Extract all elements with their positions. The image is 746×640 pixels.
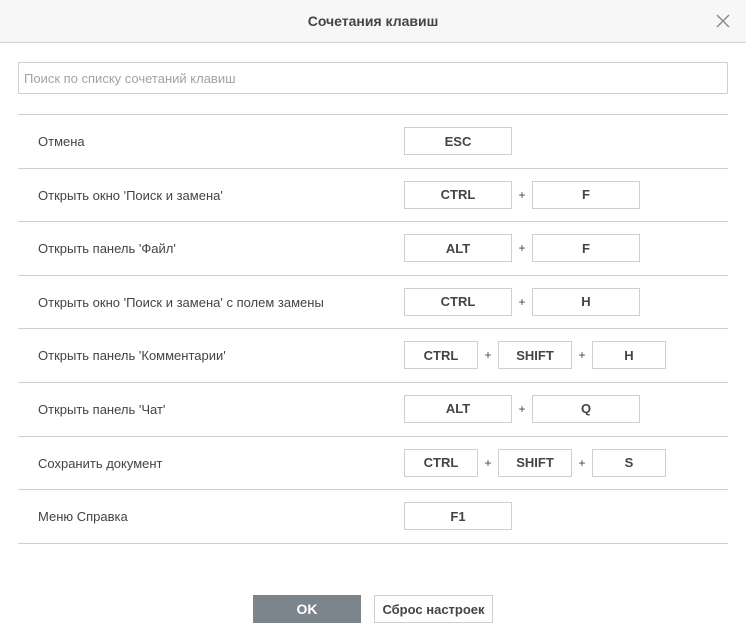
plus-separator: + xyxy=(578,455,586,470)
key-input[interactable]: CTRL xyxy=(404,341,478,370)
key-input[interactable]: CTRL xyxy=(404,287,512,316)
key-input[interactable]: ALT xyxy=(404,394,512,423)
key-input[interactable]: SHIFT xyxy=(498,448,572,477)
shortcut-label: Открыть панель 'Комментарии' xyxy=(38,348,226,364)
plus-separator: + xyxy=(518,187,526,202)
search-input[interactable] xyxy=(18,62,728,94)
shortcut-keys: CTRL + SHIFT + S xyxy=(404,448,666,477)
plus-separator: + xyxy=(484,348,492,363)
shortcut-keys: CTRL + SHIFT + H xyxy=(404,341,666,370)
shortcut-row: Отмена ESC xyxy=(18,115,728,169)
shortcut-keys: CTRL + H xyxy=(404,287,640,316)
key-input[interactable]: ALT xyxy=(404,234,512,263)
dialog-title: Сочетания клавиш xyxy=(307,13,439,29)
shortcut-row: Открыть панель 'Файл' ALT + F xyxy=(18,222,728,276)
plus-separator: + xyxy=(518,241,526,256)
shortcut-label: Сохранить документ xyxy=(38,455,163,471)
key-input[interactable]: SHIFT xyxy=(498,341,572,370)
shortcut-keys: ALT + Q xyxy=(404,394,640,423)
shortcut-row: Меню Справка F1 xyxy=(18,490,728,544)
dialog-footer: OK Сброс настроек xyxy=(0,594,746,624)
plus-separator: + xyxy=(518,294,526,309)
shortcut-keys: ESC xyxy=(404,127,512,155)
close-icon[interactable] xyxy=(714,12,732,30)
key-input[interactable]: H xyxy=(592,341,666,370)
key-input[interactable]: F1 xyxy=(404,502,512,531)
shortcut-row: Открыть окно 'Поиск и замена' с полем за… xyxy=(18,276,728,330)
key-input[interactable]: Q xyxy=(532,394,640,423)
dialog-header: Сочетания клавиш xyxy=(0,0,746,43)
key-input[interactable]: S xyxy=(592,448,666,477)
shortcut-row: Открыть окно 'Поиск и замена' CTRL + F xyxy=(18,169,728,223)
plus-separator: + xyxy=(484,455,492,470)
plus-separator: + xyxy=(518,401,526,416)
shortcut-row: Открыть панель 'Комментарии' CTRL + SHIFT + H xyxy=(18,329,728,383)
shortcut-list: Отмена ESC Открыть окно 'Поиск и замена' CT… xyxy=(18,114,728,544)
key-input[interactable]: F xyxy=(532,180,640,209)
shortcut-keys: ALT + F xyxy=(404,234,640,263)
reset-settings-button[interactable]: Сброс настроек xyxy=(374,595,493,623)
key-input[interactable]: F xyxy=(532,234,640,263)
shortcut-row: Сохранить документ CTRL + SHIFT + S xyxy=(18,437,728,491)
key-input[interactable]: CTRL xyxy=(404,448,478,477)
shortcuts-dialog: Сочетания клавиш Отмена ESC Открыть окно '… xyxy=(0,0,746,640)
plus-separator: + xyxy=(578,348,586,363)
ok-button[interactable]: OK xyxy=(253,595,361,623)
shortcut-label: Открыть панель 'Чат' xyxy=(38,401,166,417)
shortcut-keys: F1 xyxy=(404,502,512,531)
key-input[interactable]: H xyxy=(532,287,640,316)
shortcut-label: Меню Справка xyxy=(38,509,128,525)
shortcut-label: Открыть окно 'Поиск и замена' с полем за… xyxy=(38,294,324,310)
shortcut-label: Открыть панель 'Файл' xyxy=(38,241,176,257)
shortcut-row: Открыть панель 'Чат' ALT + Q xyxy=(18,383,728,437)
shortcut-label: Отмена xyxy=(38,134,85,149)
key-input[interactable]: CTRL xyxy=(404,180,512,209)
shortcut-keys: CTRL + F xyxy=(404,180,640,209)
key-input[interactable]: ESC xyxy=(404,127,512,155)
shortcut-label: Открыть окно 'Поиск и замена' xyxy=(38,187,223,203)
